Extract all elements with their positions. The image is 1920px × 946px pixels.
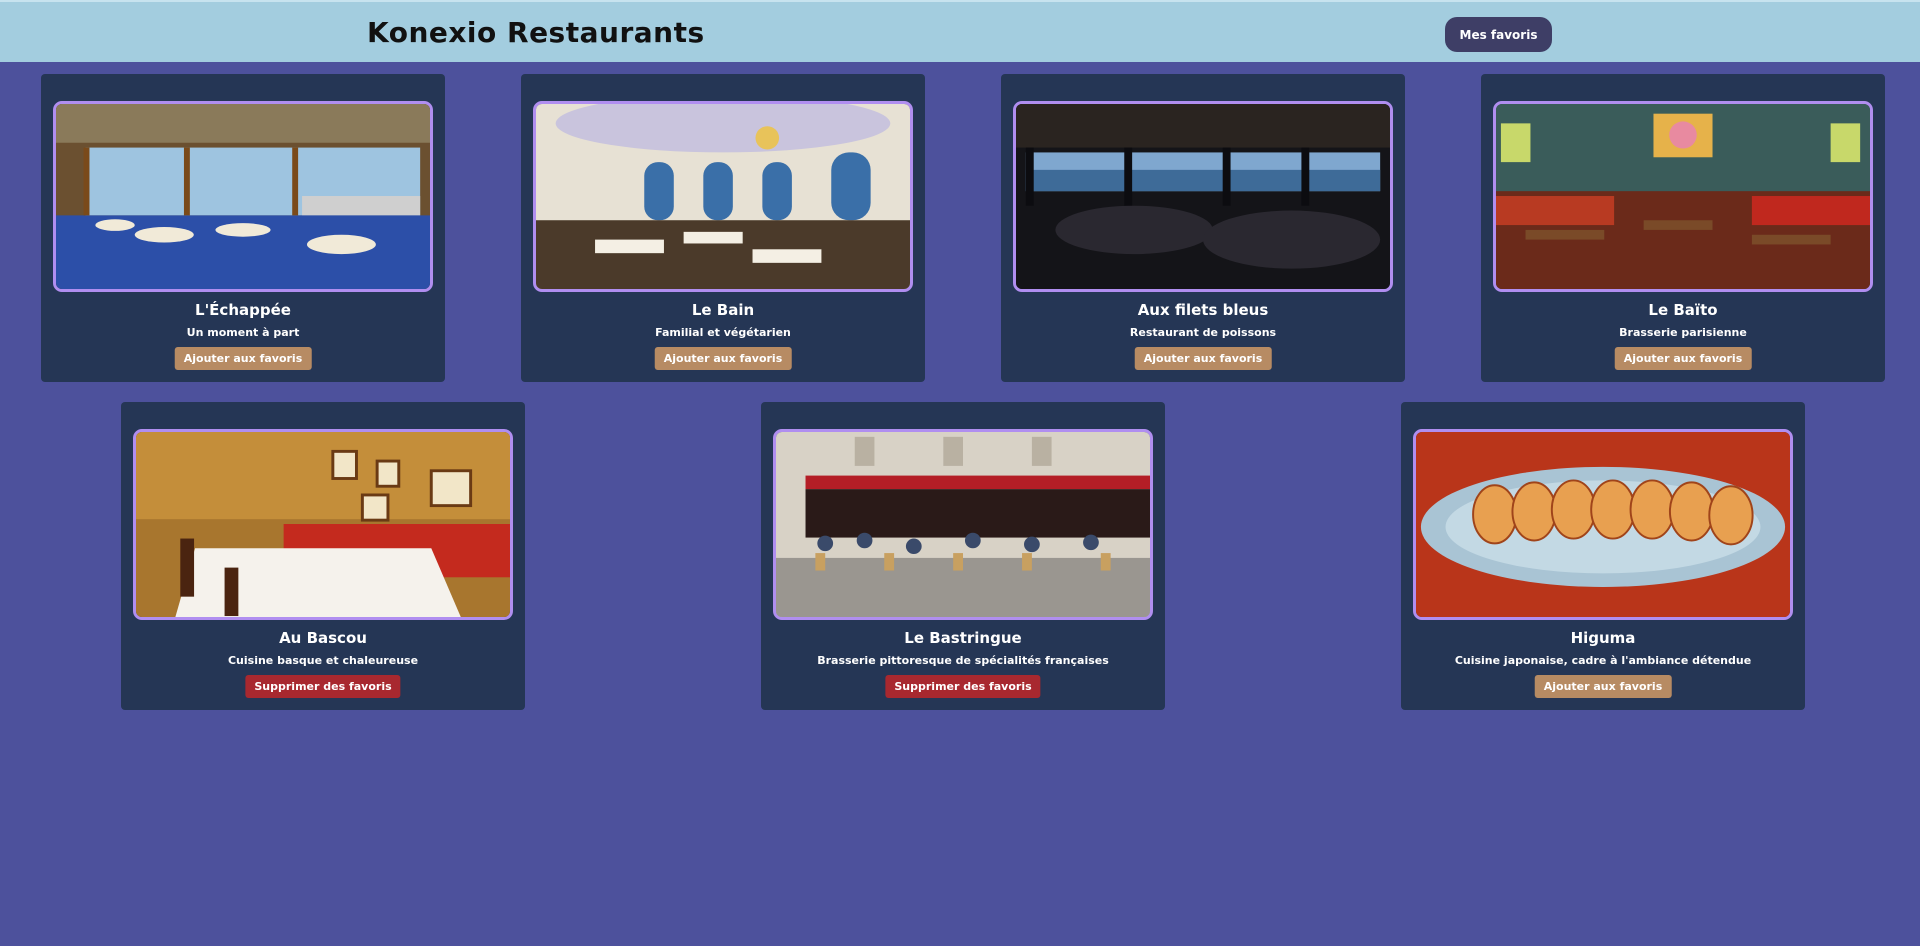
restaurant-photo bbox=[53, 101, 433, 292]
remove-from-favorites-button[interactable]: Supprimer des favoris bbox=[245, 675, 401, 698]
restaurant-description: Cuisine japonaise, cadre à l'ambiance dé… bbox=[1454, 654, 1752, 667]
restaurant-photo bbox=[1013, 101, 1393, 292]
restaurant-description: Cuisine basque et chaleureuse bbox=[227, 654, 419, 667]
restaurant-card: Au Bascou Cuisine basque et chaleureuse … bbox=[121, 402, 525, 710]
restaurant-photo bbox=[1413, 429, 1793, 620]
restaurant-card: Le Baïto Brasserie parisienne Ajouter au… bbox=[1481, 74, 1885, 382]
restaurant-name: Le Bain bbox=[691, 301, 755, 319]
add-to-favorites-button[interactable]: Ajouter aux favoris bbox=[1614, 347, 1752, 370]
add-to-favorites-button[interactable]: Ajouter aux favoris bbox=[654, 347, 792, 370]
remove-from-favorites-button[interactable]: Supprimer des favoris bbox=[885, 675, 1041, 698]
restaurant-card: Higuma Cuisine japonaise, cadre à l'ambi… bbox=[1401, 402, 1805, 710]
restaurant-photo bbox=[773, 429, 1153, 620]
restaurant-name: Higuma bbox=[1570, 629, 1636, 647]
restaurant-name: Le Bastringue bbox=[904, 629, 1022, 647]
add-to-favorites-button[interactable]: Ajouter aux favoris bbox=[174, 347, 312, 370]
site-title: Konexio Restaurants bbox=[367, 16, 705, 49]
restaurant-name: Le Baïto bbox=[1648, 301, 1718, 319]
restaurant-card: Le Bain Familial et végétarien Ajouter a… bbox=[521, 74, 925, 382]
restaurant-description: Brasserie pittoresque de spécialités fra… bbox=[817, 654, 1109, 667]
add-to-favorites-button[interactable]: Ajouter aux favoris bbox=[1134, 347, 1272, 370]
add-to-favorites-button[interactable]: Ajouter aux favoris bbox=[1534, 675, 1672, 698]
restaurant-description: Un moment à part bbox=[186, 326, 300, 339]
restaurant-photo bbox=[1493, 101, 1873, 292]
restaurant-name: Aux filets bleus bbox=[1137, 301, 1269, 319]
restaurant-card: Aux filets bleus Restaurant de poissons … bbox=[1001, 74, 1405, 382]
my-favorites-button[interactable]: Mes favoris bbox=[1445, 17, 1552, 52]
restaurant-photo bbox=[533, 101, 913, 292]
restaurant-description: Restaurant de poissons bbox=[1129, 326, 1277, 339]
restaurant-description: Familial et végétarien bbox=[655, 326, 791, 339]
restaurant-photo bbox=[133, 429, 513, 620]
restaurant-card: L'Échappée Un moment à part Ajouter aux … bbox=[41, 74, 445, 382]
restaurant-card: Le Bastringue Brasserie pittoresque de s… bbox=[761, 402, 1165, 710]
site-header: Konexio Restaurants Mes favoris bbox=[0, 0, 1920, 62]
restaurant-description: Brasserie parisienne bbox=[1619, 326, 1747, 339]
restaurant-name: Au Bascou bbox=[279, 629, 367, 647]
restaurant-name: L'Échappée bbox=[195, 301, 291, 319]
